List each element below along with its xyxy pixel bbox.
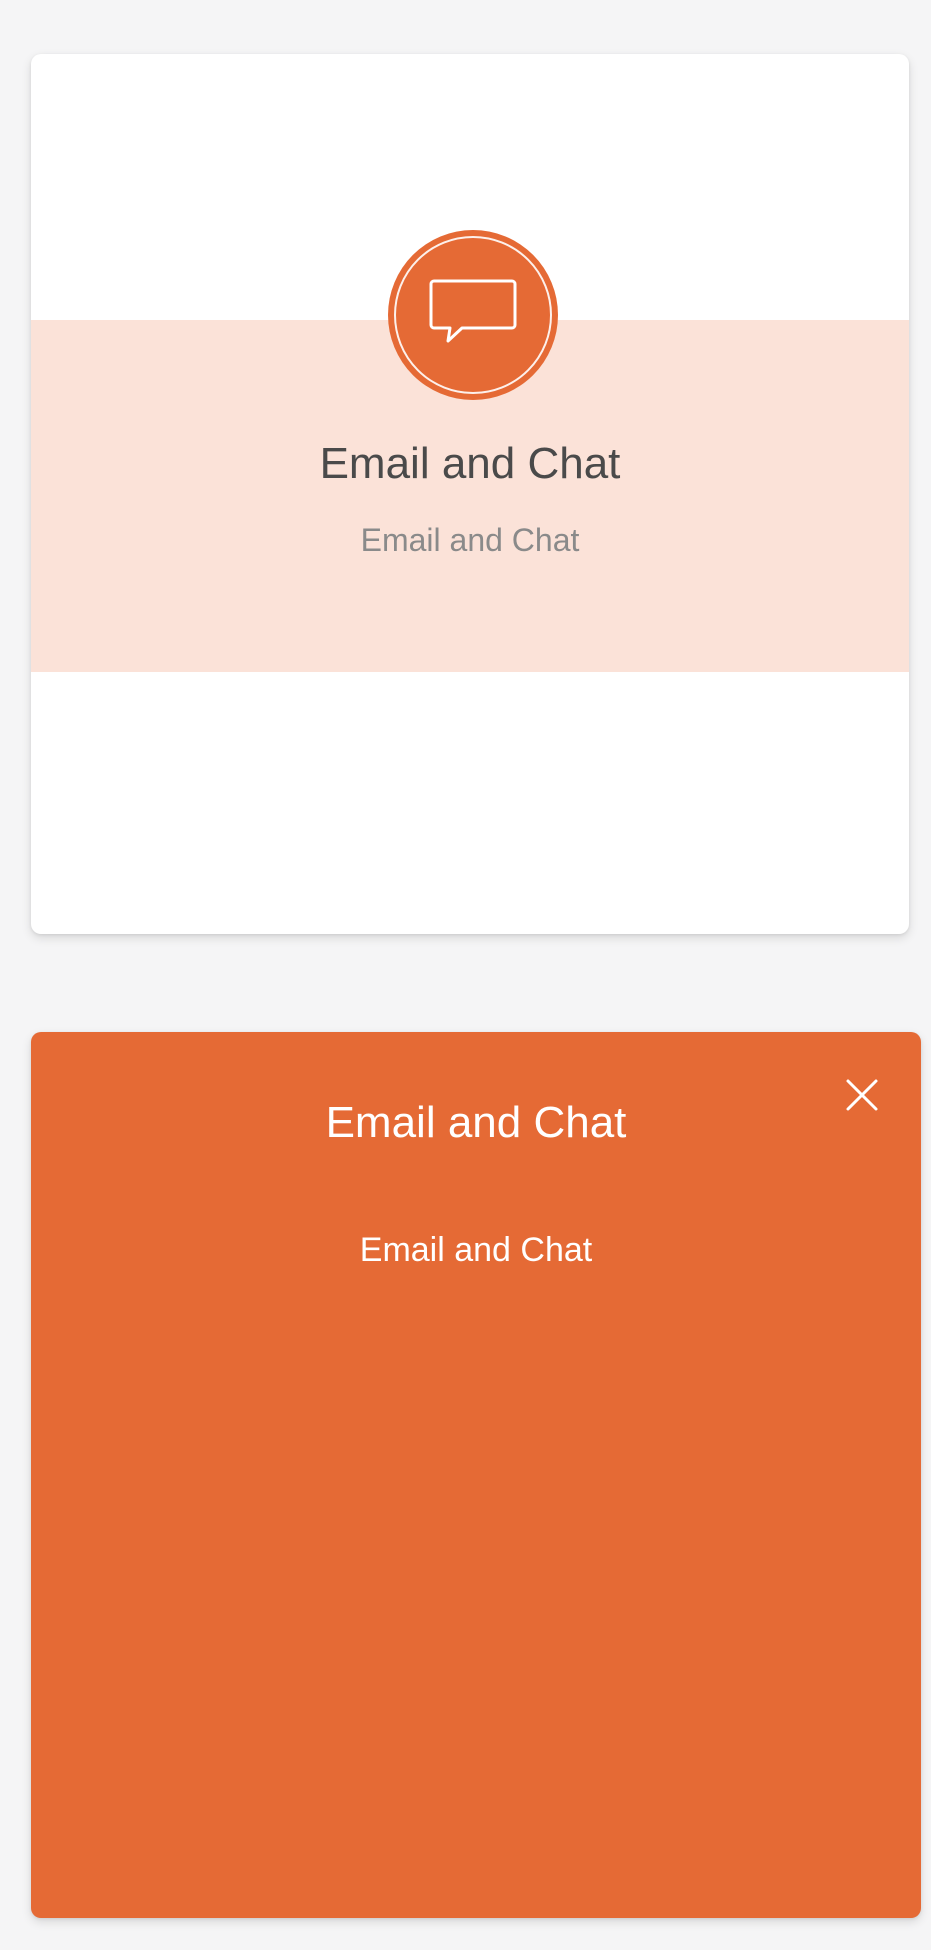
chat-bubble-icon — [429, 279, 517, 343]
expanded-card-title: Email and Chat — [325, 1098, 627, 1147]
card-title: Email and Chat — [319, 439, 621, 488]
channel-icon-badge — [388, 230, 558, 400]
expanded-card-description: Email and Chat — [359, 1231, 593, 1269]
channel-card-email-chat[interactable]: Email and Chat Email and Chat — [31, 54, 909, 934]
channel-card-expanded: Email and Chat Email and Chat — [31, 1032, 921, 1918]
card-subtitle: Email and Chat — [360, 522, 580, 558]
